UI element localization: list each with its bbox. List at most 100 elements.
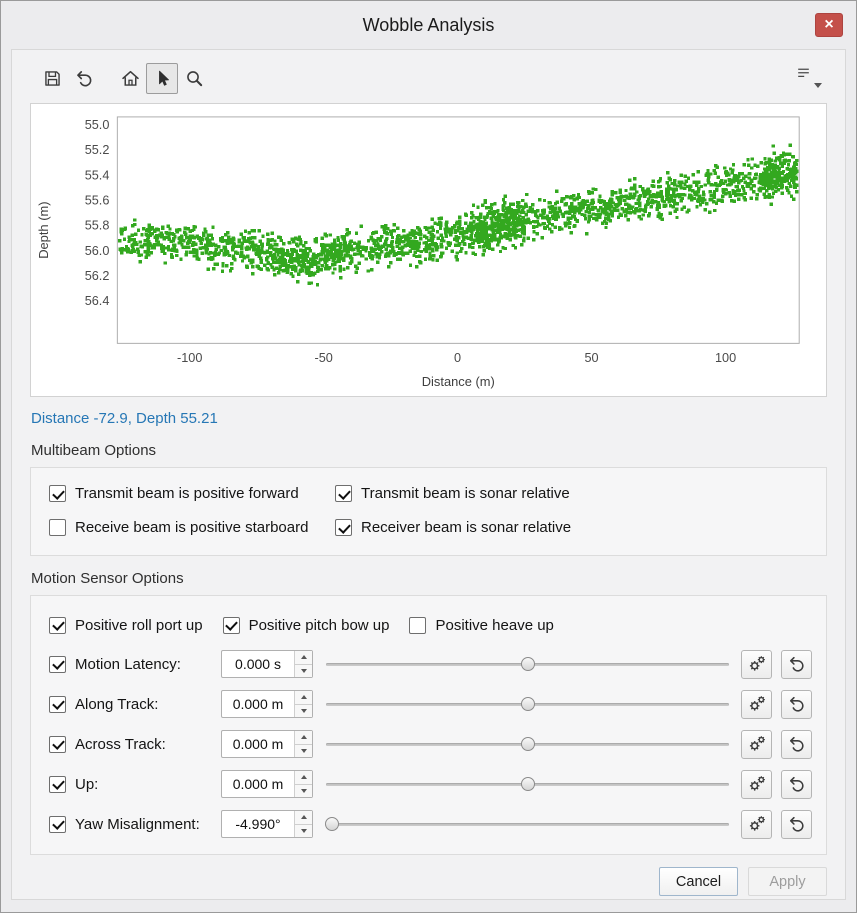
checkbox-positive-roll-port-up[interactable]: Positive roll port up (49, 617, 203, 634)
checkbox-label: Positive roll port up (75, 617, 203, 634)
titlebar[interactable]: Wobble Analysis × (1, 1, 856, 49)
checkbox-box[interactable] (335, 519, 352, 536)
window-title: Wobble Analysis (363, 15, 495, 36)
checkbox-transmit-beam-positive-forward[interactable]: Transmit beam is positive forward (49, 485, 335, 502)
along-track-spinbox[interactable]: 0.000 m (221, 690, 313, 718)
svg-text:100: 100 (715, 351, 736, 365)
svg-text:55.8: 55.8 (85, 219, 110, 233)
along-track-slider[interactable] (326, 690, 729, 718)
spin-down-button[interactable] (295, 665, 312, 678)
motion-latency-reset-button[interactable] (781, 650, 812, 679)
up-spinbox[interactable]: 0.000 m (221, 770, 313, 798)
slider-handle[interactable] (521, 777, 535, 791)
checkbox-box[interactable] (409, 617, 426, 634)
yaw-misalignment-reset-button[interactable] (781, 810, 812, 839)
spin-up-button[interactable] (295, 811, 312, 825)
plot-options-icon (795, 65, 812, 82)
gears-icon (747, 814, 767, 834)
up-row: Up: 0.000 m (49, 767, 812, 801)
undo-icon (787, 654, 807, 674)
slider-handle[interactable] (521, 697, 535, 711)
checkbox-box[interactable] (49, 485, 66, 502)
undo-icon (74, 68, 95, 89)
spinbox-value: 0.000 s (222, 651, 294, 677)
up-reset-button[interactable] (781, 770, 812, 799)
motion-latency-settings-button[interactable] (741, 650, 772, 679)
across-track-settings-button[interactable] (741, 730, 772, 759)
undo-icon (787, 734, 807, 754)
gears-icon (747, 694, 767, 714)
motion-sensor-options-title: Motion Sensor Options (31, 570, 845, 588)
checkbox-box[interactable] (223, 617, 240, 634)
spin-up-button[interactable] (295, 771, 312, 785)
spinbox-buttons (294, 691, 312, 717)
checkbox-receive-beam-positive-starboard[interactable]: Receive beam is positive starboard (49, 519, 335, 536)
wobble-scatter-plot[interactable]: 55.055.255.455.655.856.056.256.4-100-500… (30, 103, 827, 397)
along-track-settings-button[interactable] (741, 690, 772, 719)
save-button[interactable] (36, 63, 68, 94)
spinbox-value: 0.000 m (222, 771, 294, 797)
spin-down-button[interactable] (295, 785, 312, 798)
across-track-slider[interactable] (326, 730, 729, 758)
spin-down-button[interactable] (295, 745, 312, 758)
pointer-tool-button[interactable] (146, 63, 178, 94)
spin-down-button[interactable] (295, 705, 312, 718)
slider-handle[interactable] (521, 657, 535, 671)
motion-latency-checkbox[interactable] (49, 656, 66, 673)
zoom-tool-button[interactable] (178, 63, 210, 94)
svg-text:55.6: 55.6 (85, 193, 110, 207)
up-checkbox[interactable] (49, 776, 66, 793)
checkbox-receiver-beam-sonar-relative[interactable]: Receiver beam is sonar relative (335, 519, 808, 536)
along-track-row: Along Track: 0.000 m (49, 687, 812, 721)
across-track-row: Across Track: 0.000 m (49, 727, 812, 761)
svg-text:Depth (m): Depth (m) (36, 201, 51, 258)
gears-icon (747, 654, 767, 674)
cancel-button[interactable]: Cancel (659, 867, 738, 896)
yaw-misalignment-settings-button[interactable] (741, 810, 772, 839)
slider-handle[interactable] (521, 737, 535, 751)
spin-down-button[interactable] (295, 825, 312, 838)
yaw-misalignment-slider[interactable] (326, 810, 729, 838)
checkbox-box[interactable] (49, 519, 66, 536)
gears-icon (747, 774, 767, 794)
multibeam-options-title: Multibeam Options (31, 442, 845, 460)
along-track-label: Along Track: (75, 696, 221, 713)
yaw-misalignment-spinbox[interactable]: -4.990° (221, 810, 313, 838)
yaw-misalignment-checkbox[interactable] (49, 816, 66, 833)
checkbox-box[interactable] (335, 485, 352, 502)
apply-button[interactable]: Apply (748, 867, 827, 896)
across-track-checkbox[interactable] (49, 736, 66, 753)
save-icon (42, 68, 63, 89)
spin-up-button[interactable] (295, 651, 312, 665)
spin-up-button[interactable] (295, 691, 312, 705)
checkbox-box[interactable] (49, 617, 66, 634)
slider-handle[interactable] (325, 817, 339, 831)
spinbox-value: 0.000 m (222, 691, 294, 717)
checkbox-label: Receive beam is positive starboard (75, 519, 308, 536)
checkbox-transmit-beam-sonar-relative[interactable]: Transmit beam is sonar relative (335, 485, 808, 502)
checkbox-positive-heave-up[interactable]: Positive heave up (409, 617, 553, 634)
along-track-reset-button[interactable] (781, 690, 812, 719)
along-track-checkbox[interactable] (49, 696, 66, 713)
up-settings-button[interactable] (741, 770, 772, 799)
up-slider[interactable] (326, 770, 729, 798)
spin-up-button[interactable] (295, 731, 312, 745)
checkbox-label: Receiver beam is sonar relative (361, 519, 571, 536)
spinbox-buttons (294, 731, 312, 757)
slider-groove (326, 823, 729, 827)
svg-text:0: 0 (454, 351, 461, 365)
home-view-button[interactable] (114, 63, 146, 94)
up-label: Up: (75, 776, 221, 793)
checkbox-label: Transmit beam is sonar relative (361, 485, 570, 502)
close-button[interactable]: × (815, 13, 843, 37)
plot-options-button[interactable] (793, 64, 825, 92)
multibeam-options-box: Transmit beam is positive forward Transm… (30, 467, 827, 556)
checkbox-positive-pitch-bow-up[interactable]: Positive pitch bow up (223, 617, 390, 634)
motion-latency-slider[interactable] (326, 650, 729, 678)
across-track-spinbox[interactable]: 0.000 m (221, 730, 313, 758)
across-track-reset-button[interactable] (781, 730, 812, 759)
reset-view-button[interactable] (68, 63, 100, 94)
motion-polarity-toggles: Positive roll port up Positive pitch bow… (49, 609, 812, 641)
checkbox-label: Transmit beam is positive forward (75, 485, 299, 502)
motion-latency-spinbox[interactable]: 0.000 s (221, 650, 313, 678)
